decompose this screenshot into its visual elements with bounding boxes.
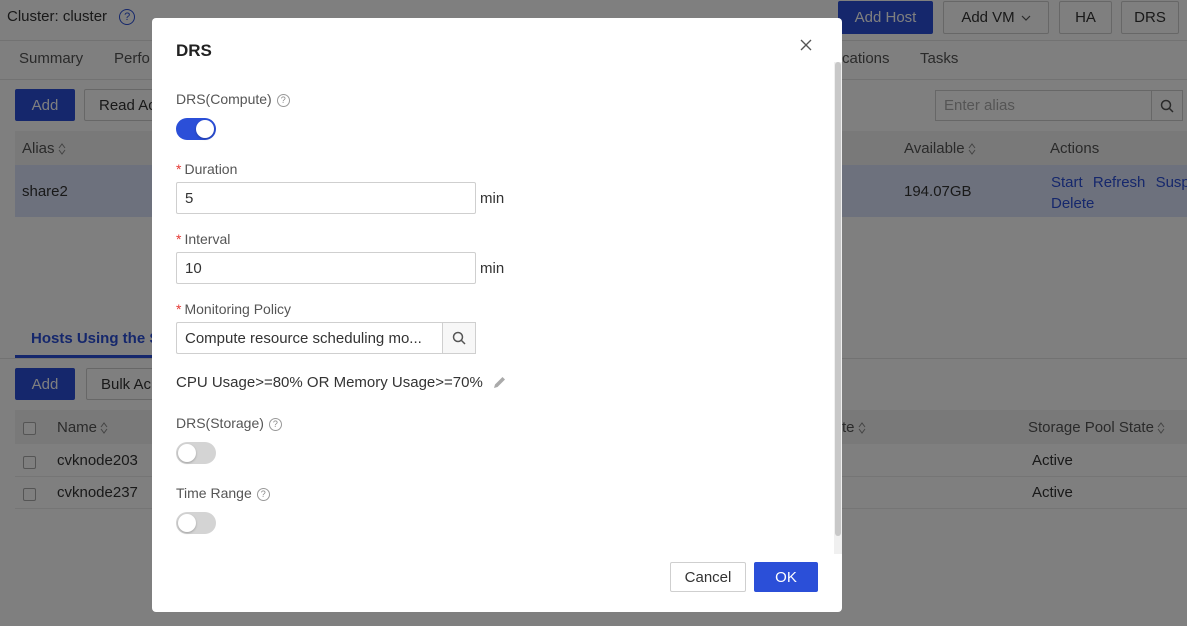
time-range-label-text: Time Range bbox=[176, 485, 252, 501]
interval-unit: min bbox=[480, 260, 505, 277]
monitoring-policy-label: * Monitoring Policy bbox=[176, 301, 291, 317]
duration-unit: min bbox=[480, 190, 505, 207]
duration-label-text: Duration bbox=[184, 161, 238, 177]
drs-compute-label-text: DRS(Compute) bbox=[176, 91, 272, 107]
required-marker: * bbox=[176, 231, 182, 247]
duration-input[interactable]: 5 bbox=[176, 182, 476, 214]
policy-search-button[interactable] bbox=[442, 322, 476, 354]
search-icon bbox=[452, 331, 466, 345]
policy-condition-text: CPU Usage>=80% OR Memory Usage>=70% bbox=[176, 374, 483, 391]
required-marker: * bbox=[176, 301, 182, 317]
help-icon[interactable]: ? bbox=[268, 417, 282, 431]
close-icon[interactable] bbox=[798, 37, 814, 53]
monitoring-policy-input[interactable]: Compute resource scheduling mo... bbox=[176, 322, 443, 354]
scrollbar-thumb[interactable] bbox=[835, 62, 841, 536]
interval-label-text: Interval bbox=[184, 231, 231, 247]
interval-input[interactable]: 10 bbox=[176, 252, 476, 284]
edit-icon[interactable] bbox=[492, 375, 507, 390]
dialog-scrollbar[interactable] bbox=[834, 62, 842, 554]
cancel-button[interactable]: Cancel bbox=[670, 562, 746, 592]
time-range-label: Time Range? bbox=[176, 485, 270, 501]
help-icon[interactable]: ? bbox=[276, 93, 290, 107]
toggle-knob bbox=[196, 120, 214, 138]
drs-storage-label-text: DRS(Storage) bbox=[176, 415, 264, 431]
drs-dialog: DRS DRS(Compute)? * Duration 5 min * Inter… bbox=[152, 18, 842, 612]
drs-storage-label: DRS(Storage)? bbox=[176, 415, 282, 431]
time-range-toggle[interactable] bbox=[176, 512, 216, 534]
monitoring-policy-label-text: Monitoring Policy bbox=[184, 301, 292, 317]
dialog-title: DRS bbox=[176, 41, 212, 60]
toggle-knob bbox=[178, 444, 196, 462]
drs-storage-toggle[interactable] bbox=[176, 442, 216, 464]
help-icon[interactable]: ? bbox=[256, 487, 270, 501]
duration-label: * Duration bbox=[176, 161, 237, 177]
drs-compute-toggle[interactable] bbox=[176, 118, 216, 140]
required-marker: * bbox=[176, 161, 182, 177]
ok-button[interactable]: OK bbox=[754, 562, 818, 592]
interval-label: * Interval bbox=[176, 231, 230, 247]
drs-compute-label: DRS(Compute)? bbox=[176, 91, 290, 107]
toggle-knob bbox=[178, 514, 196, 532]
